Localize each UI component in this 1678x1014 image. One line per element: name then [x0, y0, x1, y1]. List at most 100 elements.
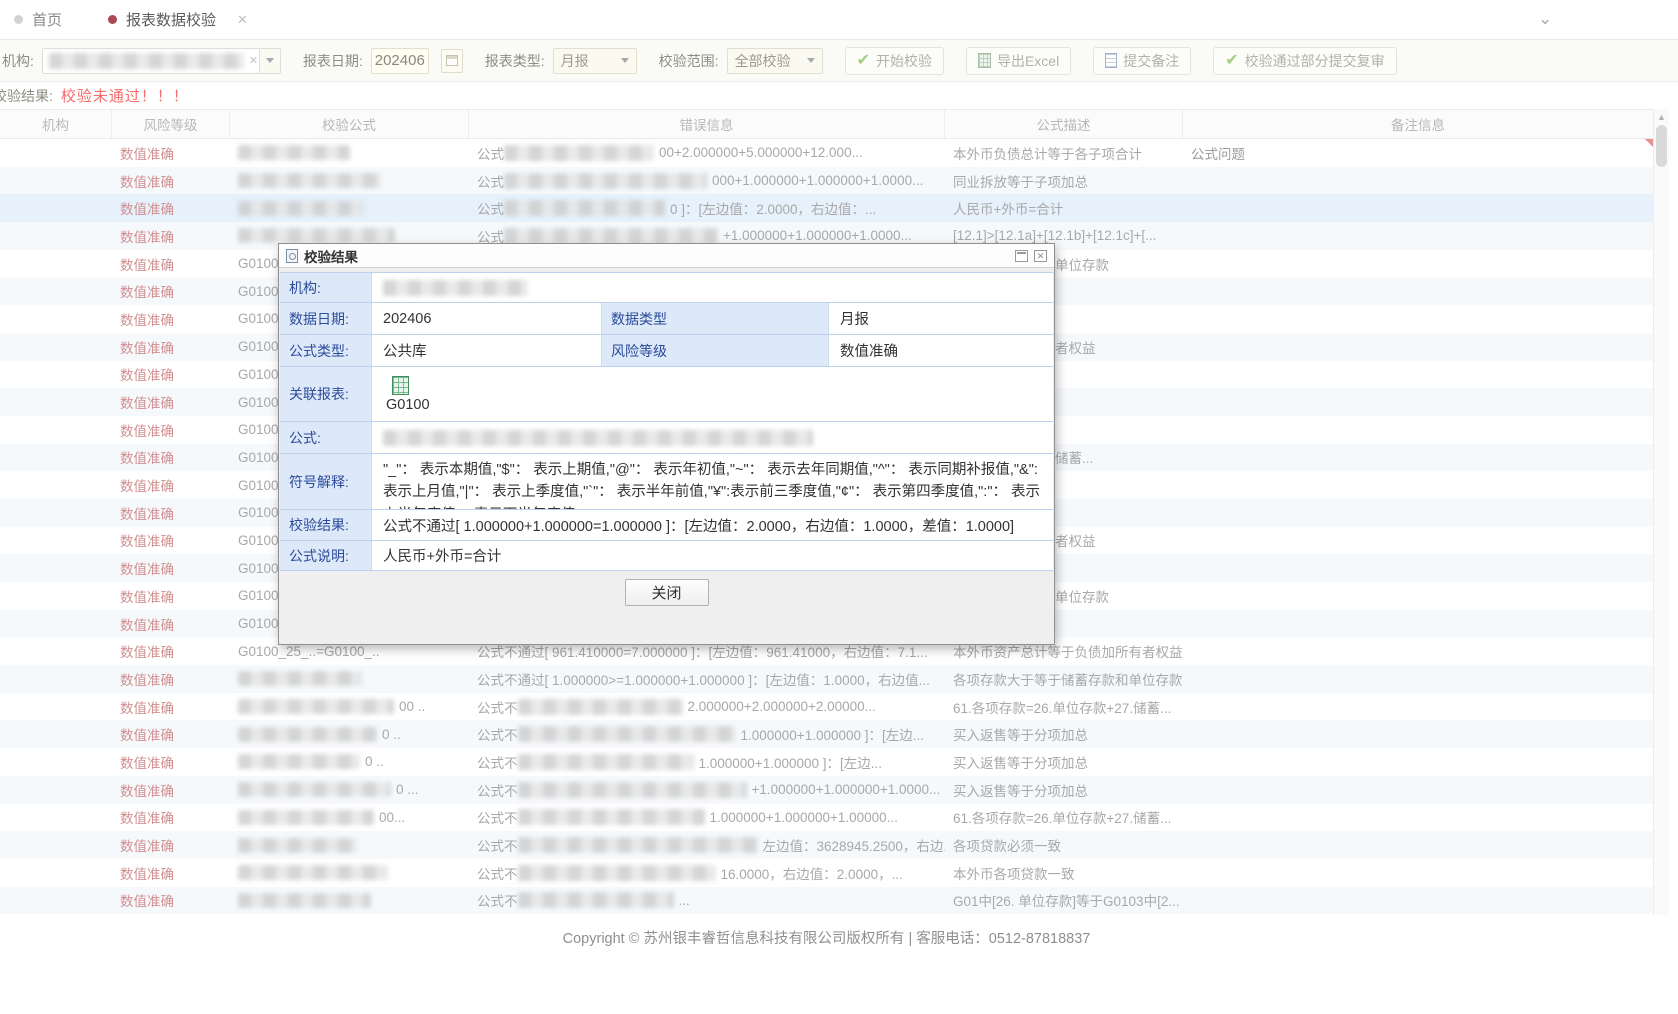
export-excel-button[interactable]: 导出Excel: [966, 47, 1071, 75]
error-info-text: 1.000000+1.000000 ]：[左边...: [699, 752, 883, 772]
cell-risk-level: 数值准确: [112, 416, 230, 444]
table-row[interactable]: 数值准确公式000+1.000000+1.000000+1.0000...同业拆…: [0, 167, 1653, 195]
risk-level-text: 数值准确: [120, 143, 174, 163]
error-info-text: +1.000000+1.000000+1.0000...: [752, 782, 941, 797]
cell-note: [1183, 693, 1653, 721]
result-value: 校验未通过！！！: [61, 85, 189, 106]
header-institution[interactable]: 机构: [0, 110, 112, 138]
header-error-info[interactable]: 错误信息: [469, 110, 945, 138]
cell-note: [1183, 637, 1653, 665]
org-dropdown-button[interactable]: [260, 48, 281, 74]
org-value-redacted: [383, 280, 528, 296]
redacted-text: [238, 893, 371, 908]
error-info-text: 左边值：3628945.2500，右边...: [763, 835, 946, 855]
redacted-text: [238, 699, 394, 714]
table-row[interactable]: 数值准确公式0 ]：[左边值：2.0000，右边值：...人民币+外币=合计: [0, 194, 1653, 222]
header-formula-desc[interactable]: 公式描述: [945, 110, 1183, 138]
toolbar: 机构: ✕ 报表日期: 202406 报表类型: 月报 校验范围: 全部校验 ✔…: [0, 40, 1678, 82]
field-risk-label: 风险等级: [601, 335, 829, 366]
dialog-close-button[interactable]: 关闭: [625, 579, 709, 606]
cell-formula-code: 0 ..: [230, 720, 469, 748]
cell-note: [1183, 831, 1653, 859]
tab-home-label: 首页: [32, 9, 62, 30]
header-note[interactable]: 备注信息: [1183, 110, 1653, 138]
tab-close-icon[interactable]: ✕: [237, 12, 248, 28]
table-row[interactable]: 数值准确0 ...公式不+1.000000+1.000000+1.0000...…: [0, 776, 1653, 804]
cell-risk-level: 数值准确: [112, 444, 230, 472]
redacted-text: [238, 727, 377, 742]
start-validation-button[interactable]: ✔ 开始校验: [845, 47, 944, 75]
org-input[interactable]: ✕: [42, 48, 260, 74]
risk-level-text: 数值准确: [120, 752, 174, 772]
cell-risk-level: 数值准确: [112, 554, 230, 582]
cell-risk-level: 数值准确: [112, 887, 230, 915]
error-info-text: 公式: [477, 198, 504, 218]
cell-institution: [0, 361, 112, 389]
redacted-text: [504, 228, 718, 244]
report-date-input[interactable]: 202406: [371, 48, 429, 74]
table-row[interactable]: 数值准确公式不...G01中[26. 单位存款]等于G0103中[2...: [0, 887, 1653, 915]
scope-value: 全部校验: [735, 51, 791, 71]
tab-active-dot-icon: [108, 15, 117, 24]
table-row[interactable]: 数值准确公式不16.0000，右边值：2.0000，...本外币各项贷款一致: [0, 859, 1653, 887]
redacted-text: [518, 699, 683, 715]
cell-institution: [0, 416, 112, 444]
redacted-text: [238, 782, 391, 797]
tab-report-validation[interactable]: 报表数据校验 ✕: [108, 9, 248, 30]
risk-level-text: 数值准确: [120, 697, 174, 717]
redacted-text: [238, 228, 395, 243]
submit-review-button[interactable]: ✔ 校验通过部分提交复审: [1213, 47, 1396, 75]
cell-risk-level: 数值准确: [112, 499, 230, 527]
report-type-select[interactable]: 月报: [553, 48, 637, 74]
redacted-text: [238, 865, 388, 880]
scrollbar-thumb[interactable]: [1656, 125, 1667, 167]
table-row[interactable]: 数值准确0 ..公式不1.000000+1.000000 ]：[左边...买入返…: [0, 748, 1653, 776]
cell-institution: [0, 748, 112, 776]
cell-risk-level: 数值准确: [112, 748, 230, 776]
redacted-text: [504, 200, 665, 216]
cell-risk-level: 数值准确: [112, 665, 230, 693]
table-row[interactable]: 数值准确0 ..公式不1.000000+1.000000 ]：[左边...买入返…: [0, 720, 1653, 748]
header-risk-level[interactable]: 风险等级: [112, 110, 230, 138]
cell-risk-level: 数值准确: [112, 277, 230, 305]
submit-note-button[interactable]: 提交备注: [1093, 47, 1191, 75]
cell-institution: [0, 139, 112, 167]
redacted-text: [518, 865, 716, 881]
cell-note: [1183, 499, 1653, 527]
scroll-up-icon[interactable]: ▲: [1654, 109, 1669, 122]
vertical-scrollbar[interactable]: ▲: [1653, 109, 1669, 915]
risk-level-text: 数值准确: [120, 807, 174, 827]
related-report-link[interactable]: G0100: [386, 376, 430, 413]
table-row[interactable]: 数值准确00 ..公式不2.000000+2.000000+2.00000...…: [0, 693, 1653, 721]
formula-desc-text: 买入返售等于分项加总: [953, 752, 1088, 772]
scope-select[interactable]: 全部校验: [727, 48, 823, 74]
cell-formula-code: [230, 831, 469, 859]
error-info-text: 00+2.000000+5.000000+12.000...: [659, 145, 863, 160]
cell-note: [1183, 194, 1653, 222]
tab-home[interactable]: 首页: [14, 9, 62, 30]
header-formula[interactable]: 校验公式: [230, 110, 469, 138]
cell-note: [1183, 527, 1653, 555]
error-info-text: 1.000000+1.000000 ]：[左边...: [741, 724, 925, 744]
maximize-icon[interactable]: [1015, 250, 1028, 262]
field-result-label: 校验结果:: [280, 510, 372, 540]
calendar-button[interactable]: [441, 49, 463, 73]
error-info-text: ...: [679, 893, 690, 908]
risk-level-text: 数值准确: [120, 392, 174, 412]
table-row[interactable]: 数值准确公式00+2.000000+5.000000+12.000...本外币负…: [0, 139, 1653, 167]
chevron-down-icon: [807, 58, 815, 63]
close-icon[interactable]: ✕: [1034, 250, 1047, 262]
clear-icon[interactable]: ✕: [249, 54, 258, 67]
chevron-down-icon[interactable]: ⌄: [1538, 9, 1552, 29]
cell-institution: [0, 333, 112, 361]
table-row[interactable]: 数值准确公式不左边值：3628945.2500，右边...各项贷款必须一致: [0, 831, 1653, 859]
formula-desc-text: 人民币+外币=合计: [953, 198, 1063, 218]
error-info-text: 2.000000+2.000000+2.00000...: [688, 699, 876, 714]
table-row[interactable]: 数值准确00...公式不1.000000+1.000000+1.00000...…: [0, 804, 1653, 832]
cell-note: [1183, 361, 1653, 389]
cell-institution: [0, 167, 112, 195]
dialog-title-bar[interactable]: 校验结果 ✕: [279, 244, 1054, 268]
table-row[interactable]: 数值准确 公式不通过[ 1.000000>=1.000000+1.000000 ]…: [0, 665, 1653, 693]
cell-error-info: 公式不通过[ 1.000000>=1.000000+1.000000 ]：[左边…: [469, 665, 945, 693]
redacted-text: [238, 671, 363, 686]
